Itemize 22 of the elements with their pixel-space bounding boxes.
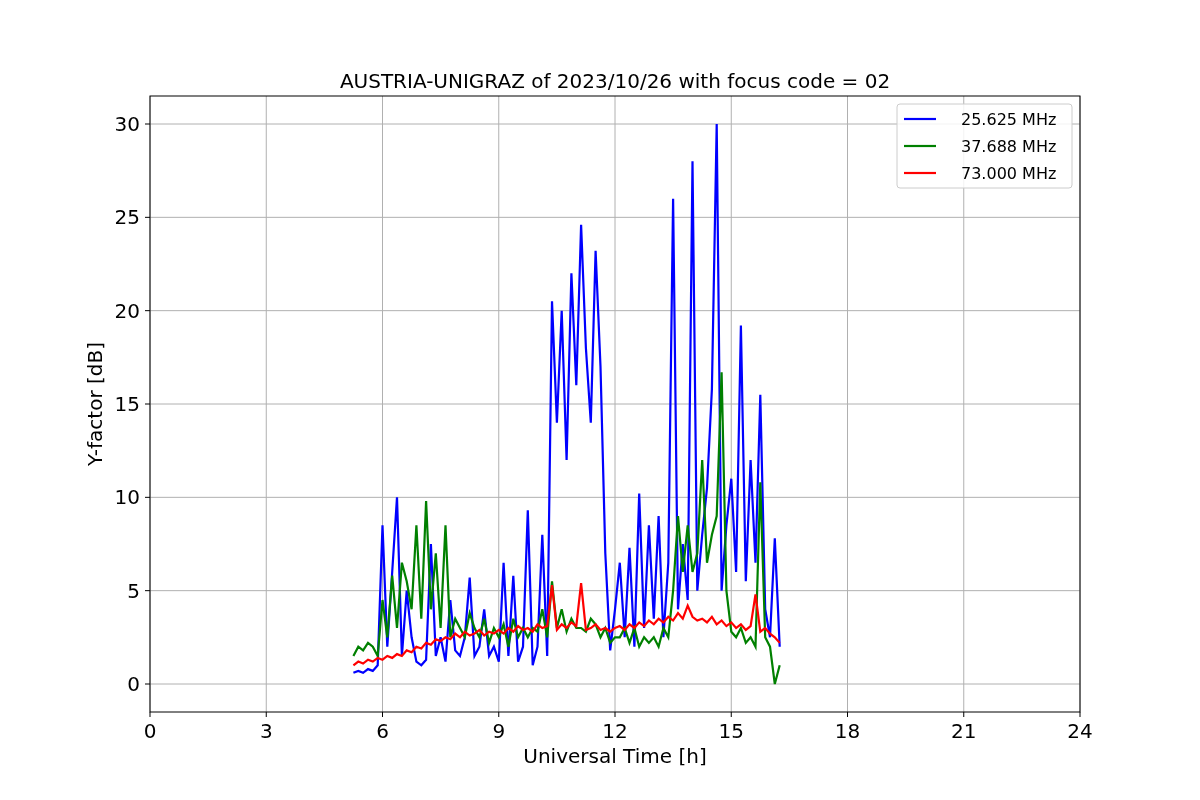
y-tick-label: 5 — [127, 578, 140, 603]
x-tick-label: 3 — [259, 719, 273, 743]
y-tick-label: 0 — [127, 672, 140, 696]
y-tick-label: 15 — [114, 392, 140, 416]
legend-label: 37.688 MHz — [961, 137, 1057, 156]
legend-label: 25.625 MHz — [961, 110, 1057, 129]
y-tick-label: 20 — [114, 298, 140, 323]
x-tick-label: 24 — [1067, 719, 1093, 743]
y-tick-label: 30 — [114, 112, 140, 136]
chart-title: AUSTRIA-UNIGRAZ of 2023/10/26 with focus code = 02 — [339, 69, 891, 93]
x-tick-label: 12 — [602, 719, 628, 743]
x-tick-label: 18 — [834, 719, 861, 743]
y-axis-label: Y-factor [dB] — [83, 342, 107, 466]
x-tick-label: 15 — [718, 719, 744, 743]
x-tick-label: 0 — [143, 719, 157, 743]
x-tick-label: 6 — [376, 719, 389, 743]
x-tick-label: 9 — [492, 719, 506, 743]
x-tick-label: 21 — [951, 719, 977, 743]
y-tick-label: 25 — [114, 205, 140, 230]
legend-label: 73.000 MHz — [961, 164, 1057, 183]
y-tick-label: 10 — [114, 485, 140, 510]
x-axis-label: Universal Time [h] — [523, 744, 707, 768]
